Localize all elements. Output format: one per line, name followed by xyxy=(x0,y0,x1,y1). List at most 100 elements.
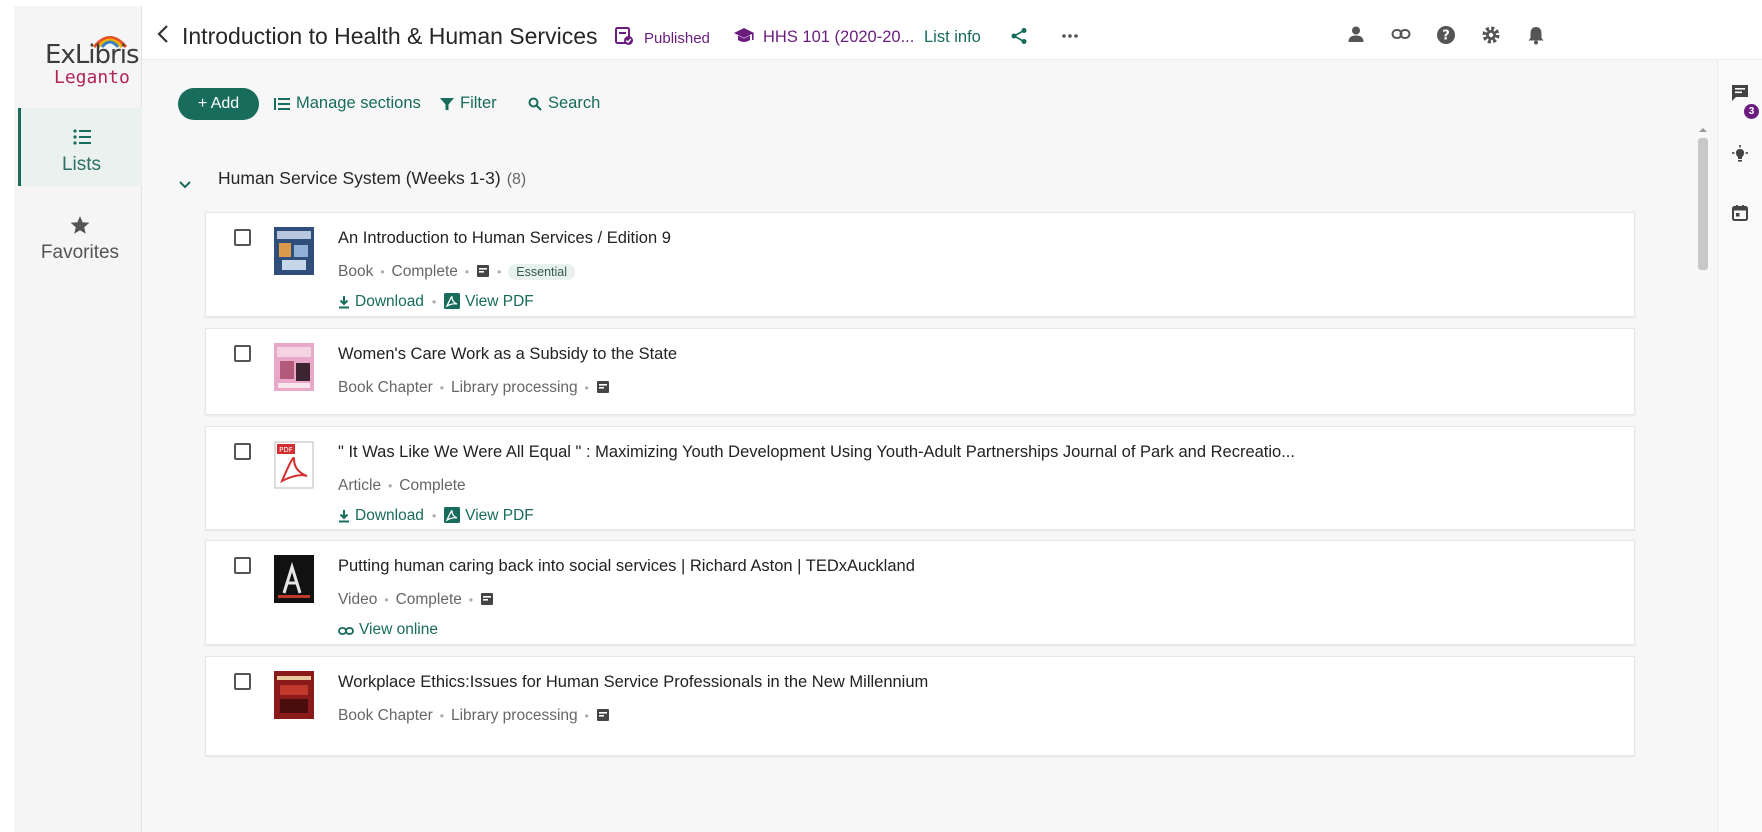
search-icon xyxy=(528,97,542,111)
note-icon[interactable] xyxy=(596,708,610,722)
suggestions-lightbulb-icon[interactable] xyxy=(1730,144,1750,164)
section-title: Human Service System (Weeks 1-3) (8) xyxy=(218,168,526,189)
top-bar: Introduction to Health & Human Services … xyxy=(142,6,1762,60)
course-link[interactable]: HHS 101 (2020-20... xyxy=(763,28,914,47)
item-title[interactable]: Workplace Ethics:Issues for Human Servic… xyxy=(338,673,928,692)
sidebar-item-favorites[interactable]: Favorites xyxy=(18,196,142,274)
item-status: Complete xyxy=(399,477,466,494)
item-type: Article xyxy=(338,477,382,494)
chevron-down-icon[interactable] xyxy=(178,180,192,190)
item-checkbox[interactable] xyxy=(234,345,251,362)
item-meta: Book Chapter • Library processing • xyxy=(338,379,610,397)
item-status: Complete xyxy=(391,263,458,280)
view-pdf-label: View PDF xyxy=(465,507,534,524)
user-icon[interactable] xyxy=(1347,25,1365,43)
view-pdf-link[interactable]: View PDF xyxy=(444,293,534,310)
item-title[interactable]: " It Was Like We Were All Equal " : Maxi… xyxy=(338,443,1295,462)
logo-exlibris-text: ExLibris xyxy=(45,40,139,70)
item-type: Book Chapter xyxy=(338,707,433,724)
note-icon[interactable] xyxy=(480,592,494,606)
book-cover-thumbnail xyxy=(274,671,314,719)
note-icon[interactable] xyxy=(476,264,490,278)
main-content: + Add Manage sections Filter Search Huma… xyxy=(142,60,1717,832)
item-type: Book xyxy=(338,263,374,280)
filter-button[interactable]: Filter xyxy=(440,94,497,113)
scroll-up-arrow-icon[interactable] xyxy=(1698,126,1708,134)
item-links: Download • View PDF xyxy=(338,507,534,525)
view-online-label: View online xyxy=(359,621,438,638)
list-item[interactable]: Women's Care Work as a Subsidy to the St… xyxy=(205,328,1635,415)
comments-icon[interactable] xyxy=(1730,83,1750,103)
sidebar-item-label: Favorites xyxy=(40,242,120,263)
view-pdf-link[interactable]: View PDF xyxy=(444,507,534,524)
settings-gear-icon[interactable] xyxy=(1481,25,1501,45)
item-meta: Video • Complete • xyxy=(338,591,494,609)
download-link[interactable]: Download xyxy=(338,293,424,310)
item-checkbox[interactable] xyxy=(234,673,251,690)
calendar-icon[interactable] xyxy=(1730,203,1750,223)
status-badge: Published xyxy=(644,30,710,47)
pdf-icon xyxy=(444,507,461,523)
item-checkbox[interactable] xyxy=(234,557,251,574)
item-meta: Book • Complete • • Essential xyxy=(338,263,576,281)
svg-text:PDF: PDF xyxy=(279,446,293,454)
list-item[interactable]: Workplace Ethics:Issues for Human Servic… xyxy=(205,656,1635,756)
vertical-scrollbar[interactable] xyxy=(1696,126,1708,832)
item-title[interactable]: Women's Care Work as a Subsidy to the St… xyxy=(338,345,677,364)
manage-sections-button[interactable]: Manage sections xyxy=(274,94,421,113)
manage-sections-label: Manage sections xyxy=(296,94,421,112)
manage-sections-icon xyxy=(274,98,290,110)
item-checkbox[interactable] xyxy=(234,229,251,246)
star-icon xyxy=(70,216,90,234)
exlibris-leganto-logo[interactable]: ExLibris Leganto xyxy=(30,32,139,92)
list-item[interactable]: An Introduction to Human Services / Edit… xyxy=(205,212,1635,317)
download-icon xyxy=(339,510,349,523)
item-type: Book Chapter xyxy=(338,379,433,396)
page-title: Introduction to Health & Human Services xyxy=(182,23,598,49)
link-icon[interactable] xyxy=(1391,25,1411,43)
link-icon xyxy=(338,627,354,635)
scrollbar-thumb[interactable] xyxy=(1698,138,1708,270)
help-icon[interactable]: ? xyxy=(1436,25,1456,45)
logo-leganto-text: Leganto xyxy=(54,67,130,88)
list-item[interactable]: Putting human caring back into social se… xyxy=(205,540,1635,645)
pdf-document-thumbnail: PDF xyxy=(274,441,314,489)
search-label: Search xyxy=(548,94,601,112)
item-title[interactable]: Putting human caring back into social se… xyxy=(338,557,915,576)
add-button[interactable]: + Add xyxy=(178,88,259,120)
download-label: Download xyxy=(355,507,424,524)
book-cover-thumbnail xyxy=(274,227,314,275)
back-chevron-icon[interactable] xyxy=(156,24,170,44)
filter-funnel-icon xyxy=(440,98,454,110)
list-icon xyxy=(72,129,91,145)
published-icon xyxy=(615,27,633,45)
item-status: Library processing xyxy=(450,707,578,724)
view-online-link[interactable]: View online xyxy=(338,621,438,638)
item-links: View online xyxy=(338,621,438,639)
svg-text:?: ? xyxy=(1442,29,1450,44)
search-button[interactable]: Search xyxy=(528,94,600,113)
item-meta: Book Chapter • Library processing • xyxy=(338,707,610,725)
view-pdf-label: View PDF xyxy=(465,293,534,310)
item-checkbox[interactable] xyxy=(234,443,251,460)
list-info-link[interactable]: List info xyxy=(924,28,981,47)
sidebar-item-lists[interactable]: Lists xyxy=(18,108,142,186)
comments-count-badge: 3 xyxy=(1744,104,1759,119)
item-status: Library processing xyxy=(450,379,578,396)
section-item-count: (8) xyxy=(506,171,527,188)
video-thumbnail xyxy=(274,555,314,603)
pdf-icon xyxy=(444,293,461,309)
item-title[interactable]: An Introduction to Human Services / Edit… xyxy=(338,229,671,248)
left-sidebar: ExLibris Leganto Lists Favorites xyxy=(14,6,142,832)
graduation-cap-icon xyxy=(734,28,754,42)
list-item[interactable]: PDF " It Was Like We Were All Equal " : … xyxy=(205,426,1635,530)
note-icon[interactable] xyxy=(596,380,610,394)
notifications-bell-icon[interactable] xyxy=(1527,25,1545,45)
section-title-text: Human Service System (Weeks 1-3) xyxy=(218,168,501,188)
right-rail: 3 xyxy=(1717,60,1762,832)
more-options-icon[interactable] xyxy=(1060,26,1080,46)
download-link[interactable]: Download xyxy=(338,507,424,524)
item-links: Download • View PDF xyxy=(338,293,534,311)
item-status: Complete xyxy=(395,591,462,608)
share-icon[interactable] xyxy=(1010,27,1028,45)
